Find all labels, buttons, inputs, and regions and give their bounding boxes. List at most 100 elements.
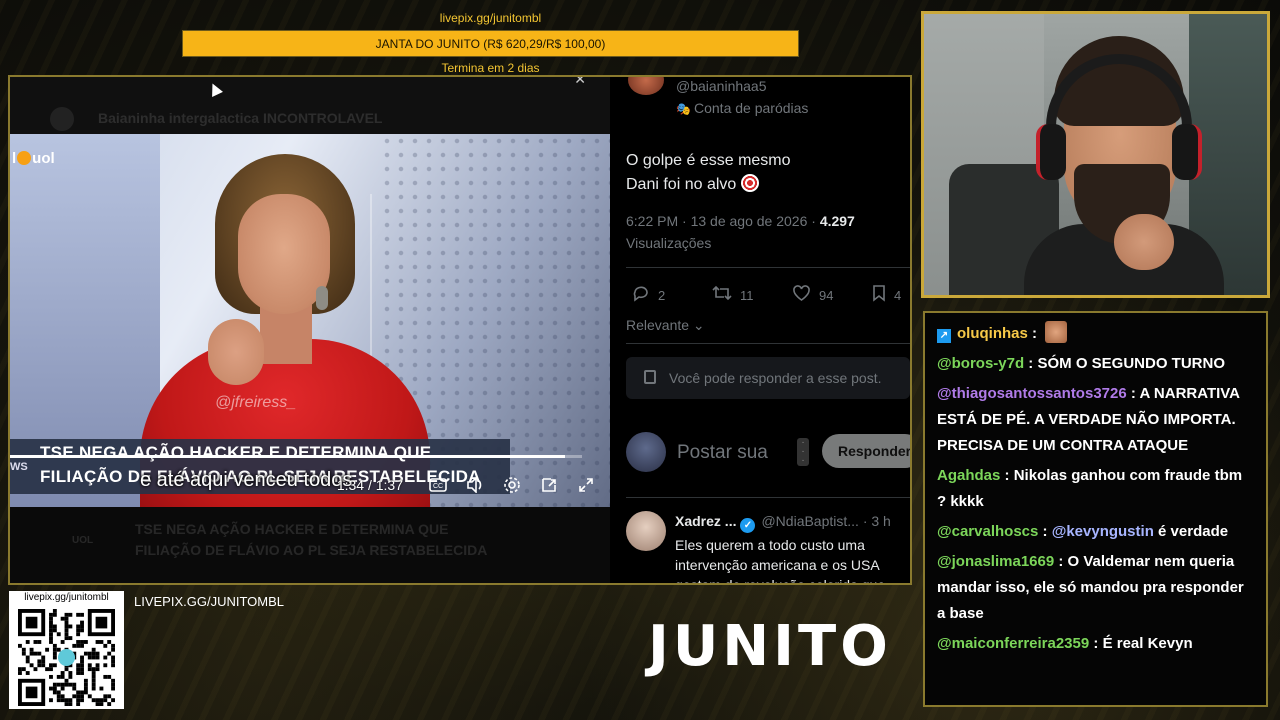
goal-label: JANTA DO JUNITO (R$ 620,29/R$ 100,00): [375, 37, 606, 51]
verified-icon: ✓: [740, 518, 756, 533]
settings-icon[interactable]: [502, 475, 522, 495]
chat-message: @boros-y7d : SÓM O SEGUNDO TURNO: [937, 355, 1225, 372]
emote-icon: [1045, 321, 1068, 343]
chat-username[interactable]: Agahdas: [937, 467, 1000, 484]
presenter-hand: [208, 319, 264, 385]
chat-message: @carvalhoscs : @kevyngustin é verdade: [937, 523, 1229, 540]
compose-placeholder[interactable]: Postar sua: [677, 442, 768, 464]
reply-author: Xadrez ... ✓ @NdiaBaptist... · 3 h: [675, 513, 891, 533]
chat-mention[interactable]: @kevyngustin: [1052, 523, 1154, 540]
parody-label-text: Conta de paródias: [694, 100, 809, 116]
divider: [626, 267, 910, 268]
author-avatar[interactable]: [628, 77, 664, 95]
chevron-down-icon: ⌄: [689, 317, 705, 333]
prime-badge-icon: ↗: [937, 329, 951, 343]
chat-message: ↗ oluqinhas :: [937, 321, 1254, 347]
chat-panel: ↗ oluqinhas : @boros-y7d : SÓM O SEGUNDO …: [923, 311, 1268, 707]
parody-label: 🎭 Conta de paródias: [676, 100, 808, 116]
sort-dropdown[interactable]: Relevante ⌄: [626, 317, 705, 334]
fullscreen-icon[interactable]: [576, 475, 596, 495]
qr-code-box: livepix.gg/junitombl: [9, 591, 124, 709]
reply-restricted-notice: Você pode responder a esse post.: [626, 357, 910, 399]
tweet-text-line2-wrap: Dani foi no alvo: [626, 173, 791, 197]
more-icon[interactable]: · · ·: [797, 438, 809, 466]
uol-dot-icon: [17, 151, 32, 165]
like-count: 94: [819, 288, 834, 303]
qr-code-icon: [18, 609, 115, 706]
video-time: 1:34 / 1:37: [337, 477, 403, 493]
mouse-cursor-icon: [207, 81, 223, 97]
bookmark-icon: [872, 284, 886, 307]
reply-author-name[interactable]: Xadrez ...: [675, 513, 736, 529]
tweet-timestamp: 6:22 PM · 13 de ago de 2026 · 4.297: [626, 213, 855, 229]
bookmark-count: 4: [894, 288, 902, 303]
user-avatar[interactable]: [626, 432, 666, 472]
goal-progress-bar: JANTA DO JUNITO (R$ 620,29/R$ 100,00): [182, 30, 799, 57]
like-action[interactable]: 94: [792, 284, 872, 307]
video-player[interactable]: Baianinha intergalactica INCONTROLAVEL ✕…: [10, 77, 610, 583]
chat-username[interactable]: @maiconferreira2359: [937, 635, 1089, 652]
ghost-headline-1: TSE NEGA AÇÃO HACKER E DETERMINA QUE: [135, 521, 449, 537]
video-progress-bar[interactable]: [10, 455, 582, 458]
cc-icon[interactable]: CC: [428, 475, 448, 495]
chat-message: Agahdas : Nikolas ganhou com fraude tbm …: [937, 467, 1243, 510]
reply-meta: @NdiaBaptist... · 3 h: [761, 513, 891, 529]
ghost-video-title: Baianinha intergalactica INCONTROLAVEL: [98, 110, 383, 126]
video-ghost-area: TSE NEGA AÇÃO HACKER E DETERMINA QUE FIL…: [10, 507, 610, 583]
svg-text:CC: CC: [433, 483, 443, 490]
goal-url: livepix.gg/junitombl: [439, 11, 542, 25]
video-controls: 1:34 / 1:37 CC: [337, 475, 596, 495]
reply-action[interactable]: 2: [632, 284, 712, 307]
video-progress-fill: [10, 455, 565, 458]
parody-mask-icon: 🎭: [676, 102, 691, 116]
reply-icon: [632, 284, 650, 307]
target-icon: [740, 174, 759, 192]
tweet-panel: @baianinhaa5 🎭 Conta de paródias O golpe …: [610, 77, 910, 583]
reply-restricted-text: Você pode responder a esse post.: [669, 370, 882, 386]
volume-icon[interactable]: [465, 475, 485, 495]
tweet-actions: 2 11 94 4: [632, 284, 910, 307]
divider: [626, 497, 910, 498]
close-icon[interactable]: ✕: [574, 77, 586, 88]
reply-text: Eles querem a todo custo uma intervenção…: [675, 537, 885, 583]
goal-ends-label: Termina em 2 dias: [441, 61, 540, 75]
chat-text: SÓM O SEGUNDO TURNO: [1037, 355, 1225, 372]
heart-icon: [792, 284, 811, 307]
reply-button[interactable]: Responder: [822, 434, 910, 468]
video-frame[interactable]: l uol @jfreiress_ TSE NEGA AÇÃO HACKER E …: [10, 134, 610, 507]
duration: 1:37: [375, 477, 403, 493]
lock-icon: [644, 370, 656, 384]
tweet-text: O golpe é esse mesmo Dani foi no alvo: [626, 149, 791, 197]
stream-overlay: livepix.gg/junitombl JANTA DO JUNITO (R$…: [0, 0, 1280, 720]
brand-logo: JUNITO: [648, 614, 892, 679]
retweet-action[interactable]: 11: [712, 284, 792, 307]
chat-text: É real Kevyn: [1102, 635, 1193, 652]
reply-avatar[interactable]: [626, 511, 666, 551]
tweet-text-line2: Dani foi no alvo: [626, 176, 737, 193]
reply-count: 2: [658, 288, 666, 303]
sort-label: Relevante: [626, 317, 690, 333]
retweet-icon: [712, 284, 732, 307]
retweet-count: 11: [740, 288, 754, 303]
channel-logo: l uol: [12, 150, 55, 167]
chat-username[interactable]: oluqinhas: [957, 325, 1028, 342]
bookmark-action[interactable]: 4: [872, 284, 910, 307]
chat-username[interactable]: @jonaslima1669: [937, 553, 1054, 570]
author-handle[interactable]: @baianinhaa5: [676, 78, 767, 94]
chat-message: @thiagosantossantos3726 : A NARRATIVA ES…: [937, 385, 1240, 454]
chat-username[interactable]: @carvalhoscs: [937, 523, 1038, 540]
chat-username[interactable]: @boros-y7d: [937, 355, 1024, 372]
ghost-avatar: [50, 107, 74, 131]
video-caption: e até aqui venceu todos: [140, 469, 353, 491]
ghost-channel: UOL: [72, 535, 94, 546]
pip-icon[interactable]: [539, 475, 559, 495]
chat-username[interactable]: @thiagosantossantos3726: [937, 385, 1127, 402]
ghost-headline-2: FILIAÇÃO DE FLÁVIO AO PL SEJA RESTABELEC…: [135, 542, 488, 558]
headline-line1: TSE NEGA AÇÃO HACKER E DETERMINA QUE: [40, 443, 432, 462]
current-time: 1:34: [336, 477, 365, 493]
ws-tag: WS: [10, 461, 28, 473]
divider: [626, 343, 910, 344]
presenter-earring: [316, 286, 328, 310]
video-topbar: Baianinha intergalactica INCONTROLAVEL ✕: [10, 77, 610, 134]
channel-logo-text: uol: [32, 150, 55, 167]
